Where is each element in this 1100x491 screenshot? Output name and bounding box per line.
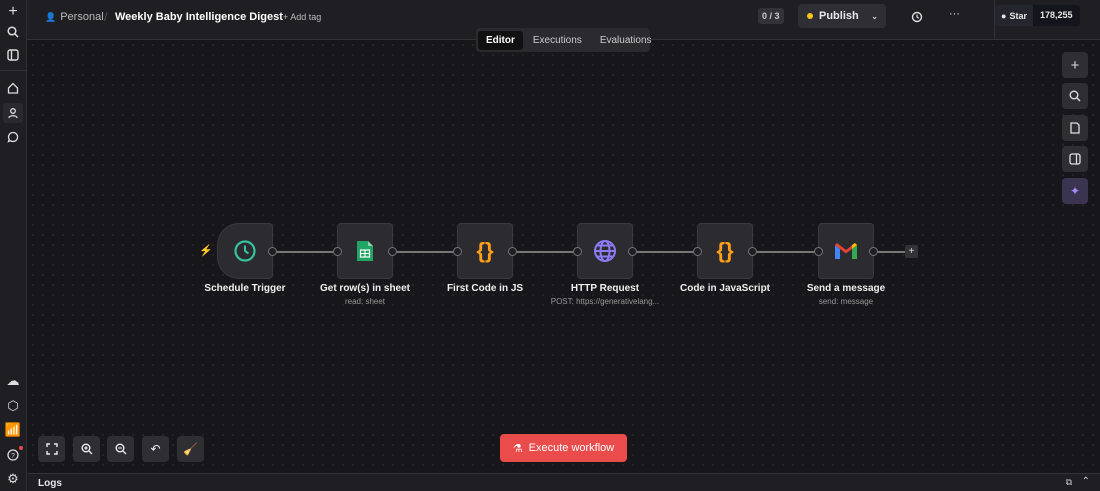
logs-label: Logs <box>38 478 62 489</box>
settings-icon[interactable]: ⚙ <box>3 469 23 489</box>
input-port[interactable] <box>573 247 582 256</box>
output-port[interactable] <box>869 247 878 256</box>
undo-button[interactable]: ↶ <box>142 436 169 462</box>
code-braces-icon: {} <box>476 238 494 263</box>
output-port[interactable] <box>388 247 397 256</box>
logs-bar[interactable]: Logs ⧉ ⌃ <box>28 473 1100 491</box>
github-star-button[interactable]: ● Star 178,255 <box>995 5 1080 26</box>
sidebar-toggle-icon[interactable] <box>3 45 23 65</box>
tab-editor[interactable]: Editor <box>478 30 523 50</box>
view-tabs: Editor Executions Evaluations <box>476 28 652 52</box>
zoom-in-button[interactable] <box>73 436 100 462</box>
breadcrumb-separator: / <box>104 10 108 24</box>
fit-view-button[interactable] <box>38 436 65 462</box>
node-send-message[interactable] <box>818 223 874 279</box>
version-counter: 0 / 3 <box>758 8 784 24</box>
zoom-out-button[interactable] <box>107 436 134 462</box>
trigger-bolt-icon: ⚡ <box>199 245 213 257</box>
globe-icon <box>594 240 616 262</box>
node-label: Get row(s) in sheet <box>319 283 410 294</box>
workflow-canvas[interactable] <box>28 40 1100 473</box>
github-star-count: 178,255 <box>1032 5 1080 26</box>
plus-icon[interactable]: + <box>3 2 23 22</box>
left-sidebar: + ☁ ⬡ 📶 ? ⚙ <box>0 0 27 491</box>
connection <box>517 251 573 253</box>
input-port[interactable] <box>814 247 823 256</box>
publish-label: Publish <box>819 10 859 22</box>
workflow-title[interactable]: Weekly Baby Intelligence Digest <box>115 11 283 23</box>
node-get-rows[interactable] <box>337 223 393 279</box>
publish-button[interactable]: Publish ⌄ <box>798 4 886 28</box>
input-port[interactable] <box>333 247 342 256</box>
node-label: Code in JavaScript <box>679 283 771 294</box>
more-options-icon[interactable]: ··· <box>949 8 960 20</box>
input-port[interactable] <box>693 247 702 256</box>
search-icon[interactable] <box>3 22 23 42</box>
divider <box>0 70 27 71</box>
panel-toggle-button[interactable] <box>1062 146 1088 172</box>
output-port[interactable] <box>508 247 517 256</box>
connection <box>637 251 694 253</box>
breadcrumb[interactable]: 👤 Personal <box>45 11 104 23</box>
help-icon[interactable]: ? <box>3 445 23 465</box>
node-label: Schedule Trigger <box>204 283 286 294</box>
output-port[interactable] <box>628 247 637 256</box>
status-dot <box>807 13 813 19</box>
sticky-note-button[interactable] <box>1062 115 1088 141</box>
tab-executions[interactable]: Executions <box>525 31 590 50</box>
node-schedule-trigger[interactable] <box>217 223 273 279</box>
user-icon[interactable] <box>3 103 23 123</box>
add-node-button[interactable]: + <box>1062 52 1088 78</box>
popout-icon[interactable]: ⧉ <box>1066 477 1072 488</box>
chevron-up-icon[interactable]: ⌃ <box>1082 476 1090 487</box>
connection <box>757 251 814 253</box>
github-icon: ● <box>1001 10 1007 21</box>
output-port[interactable] <box>748 247 757 256</box>
gmail-icon <box>835 243 857 259</box>
code-braces-icon: {} <box>716 238 734 263</box>
node-http-request[interactable] <box>577 223 633 279</box>
connection <box>277 251 333 253</box>
ai-assistant-button[interactable]: ✦ <box>1062 178 1088 204</box>
add-next-node-button[interactable]: + <box>905 245 918 258</box>
tab-evaluations[interactable]: Evaluations <box>592 31 660 50</box>
node-label: Send a message <box>806 283 886 294</box>
connection <box>397 251 453 253</box>
connection <box>878 251 906 253</box>
google-sheets-icon <box>357 241 373 261</box>
input-port[interactable] <box>453 247 462 256</box>
output-port[interactable] <box>268 247 277 256</box>
chat-icon[interactable] <box>3 127 23 147</box>
user-icon: 👤 <box>45 11 57 22</box>
home-icon[interactable] <box>3 78 23 98</box>
add-tag-button[interactable]: + Add tag <box>283 12 321 22</box>
clock-icon <box>234 240 256 262</box>
tidy-up-button[interactable]: 🧹 <box>177 436 204 462</box>
node-subtitle: read: sheet <box>344 297 386 306</box>
chevron-down-icon[interactable]: ⌄ <box>871 12 878 21</box>
cloud-icon[interactable]: ☁ <box>3 371 23 391</box>
node-subtitle: POST: https://generativelang... <box>550 297 660 306</box>
templates-icon[interactable]: ⬡ <box>3 396 23 416</box>
insights-icon[interactable]: 📶 <box>3 420 23 440</box>
history-icon[interactable] <box>911 10 923 28</box>
execute-workflow-button[interactable]: ⚗ Execute workflow <box>500 434 627 462</box>
flask-icon: ⚗ <box>512 442 523 455</box>
github-star[interactable]: ● Star <box>995 5 1033 26</box>
breadcrumb-project[interactable]: Personal <box>60 11 103 23</box>
node-first-code[interactable]: {} <box>457 223 513 279</box>
node-code-javascript[interactable]: {} <box>697 223 753 279</box>
node-label: First Code in JS <box>446 283 524 294</box>
node-label: HTTP Request <box>570 283 640 294</box>
svg-text:?: ? <box>11 453 15 460</box>
search-nodes-button[interactable] <box>1062 83 1088 109</box>
node-subtitle: send: message <box>818 297 874 306</box>
